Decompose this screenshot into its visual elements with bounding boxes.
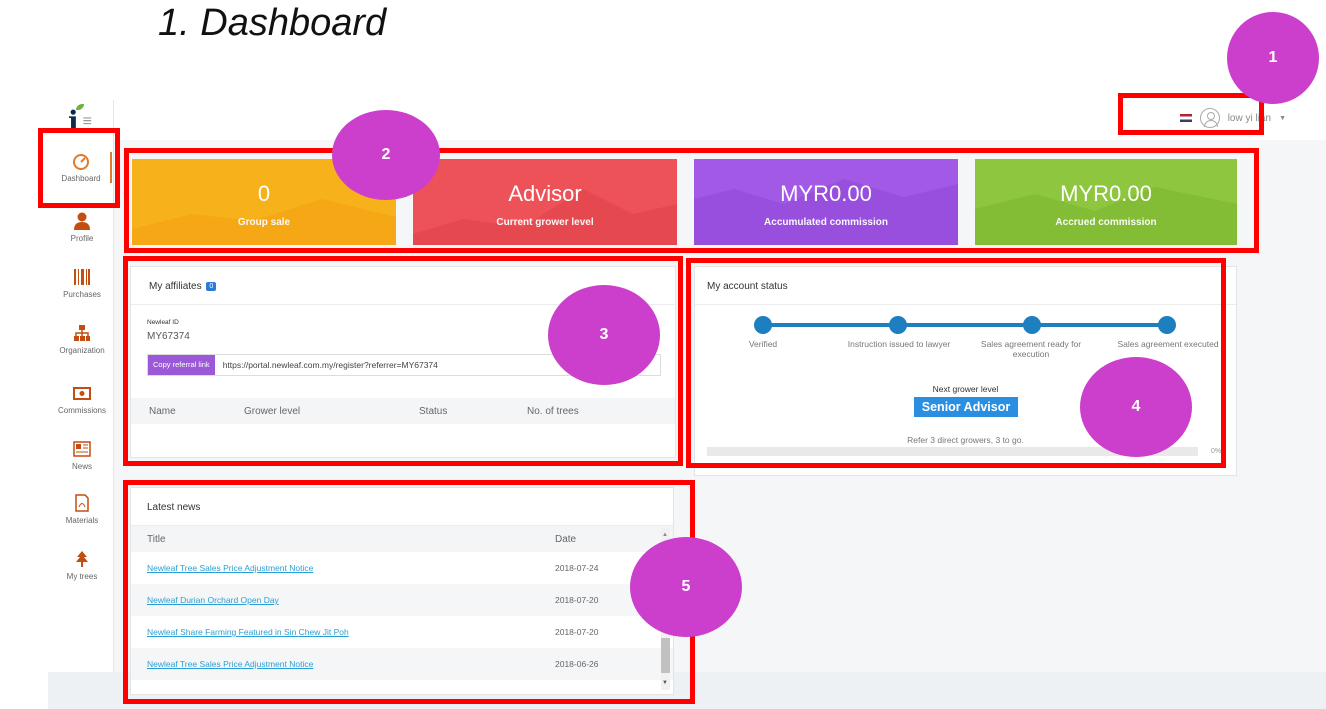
document-heading: 1. Dashboard	[158, 2, 387, 44]
affiliates-title: My affiliates	[149, 281, 202, 292]
dashboard-gauge-icon	[72, 152, 90, 170]
sidebar-item-label: Dashboard	[61, 174, 101, 183]
stat-value: MYR0.00	[780, 181, 872, 206]
news-link[interactable]: Newleaf Share Farming Featured in Sin Ch…	[147, 627, 349, 637]
column-header[interactable]: No. of trees	[509, 398, 675, 424]
step-dot	[889, 316, 907, 334]
username: low yi lian	[1227, 112, 1272, 124]
newleaf-logo[interactable]: i ≡	[68, 104, 92, 136]
table-row: Newleaf Share Farming Featured in Sin Ch…	[131, 616, 673, 648]
annotation-bubble-5: 5	[630, 537, 742, 637]
status-progress-line	[761, 323, 1166, 327]
sidebar-item-materials[interactable]: Materials	[52, 494, 112, 525]
sidebar-item-news[interactable]: News	[52, 440, 112, 471]
sidebar: i ≡ Dashboard Profile Purchases Organiza…	[48, 100, 114, 672]
news-link[interactable]: Newleaf Tree Sales Price Adjustment Noti…	[147, 659, 313, 669]
sidebar-item-label: Profile	[70, 234, 94, 243]
tree-icon	[73, 550, 91, 568]
stat-label: Group sale	[237, 217, 291, 228]
org-chart-icon	[73, 324, 91, 342]
sidebar-item-label: Materials	[65, 516, 99, 525]
table-header-row: Name Grower level Status No. of trees	[131, 398, 675, 424]
column-header[interactable]: Title	[131, 526, 539, 552]
latest-news-panel: Latest news Title Date Newleaf Tree Sale…	[130, 487, 674, 695]
column-header[interactable]: Grower level	[226, 398, 401, 424]
sidebar-item-my-trees[interactable]: My trees	[52, 550, 112, 581]
sidebar-item-label: News	[71, 462, 92, 471]
annotation-bubble-1: 1	[1227, 12, 1319, 104]
step-dot	[754, 316, 772, 334]
table-row: Newleaf Durian Orchard Open Day 2018-07-…	[131, 584, 673, 616]
stat-label: Current grower level	[496, 217, 594, 228]
step-dot	[1158, 316, 1176, 334]
scroll-down-icon[interactable]: ▼	[662, 680, 668, 686]
panel-title: Latest news	[131, 488, 673, 526]
profile-person-icon	[73, 212, 91, 230]
sidebar-item-dashboard[interactable]: Dashboard	[52, 152, 112, 183]
step-label: Verified	[748, 339, 778, 349]
stat-value: Advisor	[508, 181, 582, 206]
chevron-down-icon: ▼	[1279, 114, 1286, 122]
sidebar-item-purchases[interactable]: Purchases	[52, 268, 112, 299]
avatar-icon	[1199, 108, 1220, 128]
newleaf-id-value: MY67374	[147, 331, 190, 342]
logo-mark: i	[68, 104, 84, 136]
news-link[interactable]: Newleaf Durian Orchard Open Day	[147, 595, 279, 605]
step-label: Instruction issued to lawyer	[847, 339, 951, 349]
sidebar-item-organization[interactable]: Organization	[52, 324, 112, 355]
barcode-icon	[73, 268, 91, 286]
stat-label: Accrued commission	[1055, 217, 1157, 228]
us-flag-icon[interactable]	[1179, 114, 1192, 122]
sidebar-item-label: Purchases	[63, 290, 101, 299]
step-label: Sales agreement executed	[1117, 339, 1219, 349]
stat-card-grower-level: Advisor Current grower level	[413, 159, 677, 245]
scroll-up-icon[interactable]: ▲	[662, 532, 668, 538]
stat-card-accumulated-commission: MYR0.00 Accumulated commission	[694, 159, 958, 245]
news-date: 2018-06-26	[539, 648, 673, 680]
referral-link-field[interactable]: https://portal.newleaf.com.my/register?r…	[215, 360, 438, 370]
sidebar-item-label: Commissions	[57, 406, 106, 415]
sidebar-item-label: My trees	[66, 572, 98, 581]
copy-referral-link-button[interactable]: Copy referral link	[148, 355, 215, 375]
sidebar-item-profile[interactable]: Profile	[52, 212, 112, 243]
annotation-bubble-4: 4	[1080, 357, 1192, 457]
sidebar-item-commissions[interactable]: Commissions	[52, 384, 112, 415]
pdf-file-icon	[73, 494, 91, 512]
scrollbar-thumb[interactable]	[661, 638, 670, 673]
next-level-badge: Senior Advisor	[914, 397, 1018, 417]
topbar: low yi lian ▼	[1026, 100, 1326, 140]
stat-label: Accumulated commission	[764, 217, 888, 228]
hamburger-menu-icon[interactable]: ≡	[83, 113, 92, 131]
panel-title: My account status	[695, 267, 1236, 305]
step-label: Sales agreement ready for execution	[980, 339, 1082, 359]
table-header-row: Title Date	[131, 526, 673, 552]
sidebar-item-label: Organization	[59, 346, 105, 355]
stat-value: MYR0.00	[1060, 181, 1152, 206]
level-progress-percent: 0%	[1211, 448, 1222, 455]
affiliates-count-badge: 0	[206, 282, 217, 291]
newleaf-id-label: Newleaf ID	[147, 319, 179, 326]
stat-card-accrued-commission: MYR0.00 Accrued commission	[975, 159, 1237, 245]
money-icon	[73, 384, 91, 402]
news-link[interactable]: Newleaf Tree Sales Price Adjustment Noti…	[147, 563, 313, 573]
table-row: Newleaf Tree Sales Price Adjustment Noti…	[131, 648, 673, 680]
user-menu[interactable]: low yi lian ▼	[1179, 108, 1286, 128]
annotation-bubble-3: 3	[548, 285, 660, 385]
annotation-bubble-2: 2	[332, 110, 440, 200]
table-row: Newleaf Tree Sales Price Adjustment Noti…	[131, 552, 673, 584]
newspaper-icon	[73, 440, 91, 458]
affiliates-table: Name Grower level Status No. of trees	[131, 398, 675, 424]
news-table: Title Date Newleaf Tree Sales Price Adju…	[131, 526, 673, 680]
step-dot	[1023, 316, 1041, 334]
column-header[interactable]: Name	[131, 398, 226, 424]
column-header[interactable]: Status	[401, 398, 509, 424]
